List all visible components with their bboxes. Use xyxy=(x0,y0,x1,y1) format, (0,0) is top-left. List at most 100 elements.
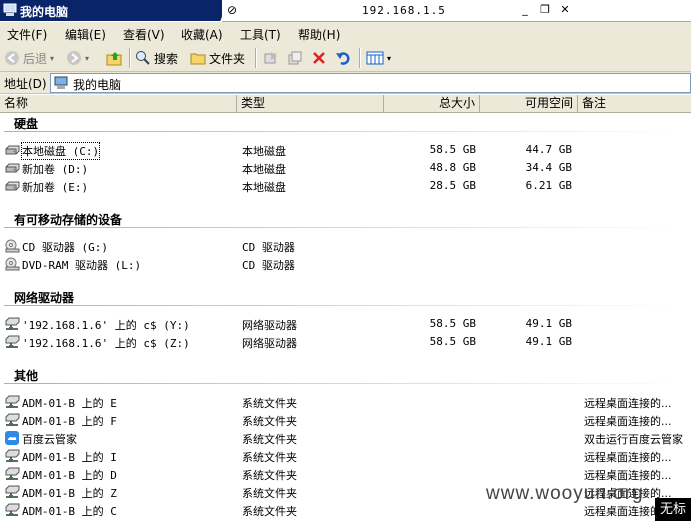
item-type: 系统文件夹 xyxy=(242,469,297,482)
menu-help[interactable]: 帮助(H) xyxy=(298,26,340,43)
baidu-cloud-icon xyxy=(5,431,19,445)
restore-button[interactable]: ❐ xyxy=(537,2,553,18)
list-item[interactable]: ADM-01-B 上的 E 系统文件夹 远程桌面连接的... xyxy=(0,393,691,411)
move-to-button[interactable] xyxy=(263,49,279,67)
item-note: 远程桌面连接的... xyxy=(584,415,672,428)
forward-button[interactable]: ▾ xyxy=(66,49,89,67)
item-type: 本地磁盘 xyxy=(242,163,286,176)
minimize-button[interactable]: _ xyxy=(517,2,533,18)
back-dropdown-icon[interactable]: ▾ xyxy=(50,54,54,63)
back-arrow-icon xyxy=(5,51,19,65)
network-drive-icon xyxy=(5,485,20,498)
menu-view[interactable]: 查看(V) xyxy=(123,26,165,43)
item-type: 网络驱动器 xyxy=(242,319,297,332)
list-item[interactable]: ADM-01-B 上的 F 系统文件夹 远程桌面连接的... xyxy=(0,411,691,429)
cd-drive-icon xyxy=(5,257,20,271)
close-button[interactable]: ✕ xyxy=(557,2,573,18)
item-name: ADM-01-B 上的 Z xyxy=(22,487,117,500)
column-type[interactable]: 类型 xyxy=(237,95,384,112)
menu-tools[interactable]: 工具(T) xyxy=(240,26,281,43)
network-drive-icon xyxy=(5,413,20,426)
list-item[interactable]: 百度云管家 系统文件夹 双击运行百度云管家 xyxy=(0,429,691,447)
search-button[interactable]: 搜索 xyxy=(135,49,178,67)
forward-arrow-icon xyxy=(67,51,81,65)
item-type: 系统文件夹 xyxy=(242,451,297,464)
remote-connection-bar: ⊘ 192.168.1.5 _ ❐ ✕ xyxy=(222,0,691,22)
item-total-size: 58.5 GB xyxy=(429,335,476,348)
undo-button[interactable] xyxy=(335,49,351,67)
item-free-space: 34.4 GB xyxy=(525,161,572,174)
item-note: 远程桌面连接的... xyxy=(584,397,672,410)
item-type: 系统文件夹 xyxy=(242,415,297,428)
views-dropdown-icon[interactable]: ▾ xyxy=(387,54,391,63)
item-name: CD 驱动器 (G:) xyxy=(22,241,108,254)
item-total-size: 58.5 GB xyxy=(429,143,476,156)
item-name: ADM-01-B 上的 C xyxy=(22,505,117,518)
network-drive-icon xyxy=(5,317,20,330)
list-item[interactable]: CD 驱动器 (G:) CD 驱动器 xyxy=(0,237,691,255)
item-total-size: 48.8 GB xyxy=(429,161,476,174)
menu-favorites[interactable]: 收藏(A) xyxy=(181,26,223,43)
item-name: 新加卷 (E:) xyxy=(22,181,89,194)
delete-button[interactable] xyxy=(311,49,327,67)
network-drive-icon xyxy=(5,449,20,462)
remote-address: 192.168.1.5 xyxy=(362,4,446,17)
list-item[interactable]: ADM-01-B 上的 I 系统文件夹 远程桌面连接的... xyxy=(0,447,691,465)
list-item[interactable]: 新加卷 (E:) 本地磁盘 28.5 GB 6.21 GB xyxy=(0,177,691,195)
address-label: 地址(D) xyxy=(4,77,47,91)
list-item[interactable]: '192.168.1.6' 上的 c$ (Z:) 网络驱动器 58.5 GB 4… xyxy=(0,333,691,351)
list-item[interactable]: DVD-RAM 驱动器 (L:) CD 驱动器 xyxy=(0,255,691,273)
copy-to-button[interactable] xyxy=(287,49,303,67)
item-total-size: 58.5 GB xyxy=(429,317,476,330)
menu-edit[interactable]: 编辑(E) xyxy=(65,26,106,43)
item-type: 本地磁盘 xyxy=(242,181,286,194)
list-item[interactable]: ADM-01-B 上的 D 系统文件夹 远程桌面连接的... xyxy=(0,465,691,483)
column-free-space[interactable]: 可用空间 xyxy=(480,95,578,112)
item-type: 网络驱动器 xyxy=(242,337,297,350)
group-removable-storage: 有可移动存储的设备 xyxy=(14,213,123,227)
network-drive-icon xyxy=(5,467,20,480)
menu-bar: 文件(F) 编辑(E) 查看(V) 收藏(A) 工具(T) 帮助(H) xyxy=(0,22,691,45)
my-computer-icon xyxy=(3,3,17,16)
copy-to-icon xyxy=(288,51,302,65)
item-type: CD 驱动器 xyxy=(242,241,295,254)
folder-icon xyxy=(190,53,206,65)
column-total-size[interactable]: 总大小 xyxy=(384,95,480,112)
item-name: ADM-01-B 上的 D xyxy=(22,469,117,482)
column-name[interactable]: 名称 xyxy=(0,95,237,112)
undo-icon xyxy=(336,52,350,65)
explorer-title: 我的电脑 xyxy=(0,0,220,21)
hard-drive-icon xyxy=(5,145,20,155)
group-network-drives: 网络驱动器 xyxy=(14,291,75,305)
corner-window-label[interactable]: 无标 xyxy=(655,498,691,521)
list-item[interactable]: '192.168.1.6' 上的 c$ (Y:) 网络驱动器 58.5 GB 4… xyxy=(0,315,691,333)
group-other: 其他 xyxy=(14,369,39,383)
folders-button[interactable]: 文件夹 xyxy=(190,49,245,67)
up-folder-button[interactable] xyxy=(106,49,124,67)
item-note: 远程桌面连接的... xyxy=(584,451,672,464)
column-note[interactable]: 备注 xyxy=(578,95,691,112)
item-note: 双击运行百度云管家 xyxy=(584,433,683,446)
watermark: www.wooyun.org xyxy=(486,483,644,504)
views-icon xyxy=(366,51,384,65)
title-bar: 我的电脑 ⊘ 192.168.1.5 _ ❐ ✕ xyxy=(0,0,691,22)
pin-icon[interactable]: ⊘ xyxy=(227,3,237,17)
item-type: 系统文件夹 xyxy=(242,487,297,500)
menu-file[interactable]: 文件(F) xyxy=(7,26,47,43)
item-name: ADM-01-B 上的 E xyxy=(22,397,117,410)
address-value: 我的电脑 xyxy=(73,78,122,92)
item-free-space: 49.1 GB xyxy=(525,317,572,330)
group-hard-disks: 硬盘 xyxy=(14,117,39,131)
list-item[interactable]: 新加卷 (D:) 本地磁盘 48.8 GB 34.4 GB xyxy=(0,159,691,177)
address-input[interactable]: 我的电脑 xyxy=(50,73,691,93)
back-button[interactable]: 后退 ▾ xyxy=(4,49,54,67)
item-name: '192.168.1.6' 上的 c$ (Z:) xyxy=(22,337,190,350)
my-computer-icon xyxy=(54,76,68,89)
item-type: 本地磁盘 xyxy=(242,145,286,158)
list-item[interactable]: 本地磁盘 (C:) 本地磁盘 58.5 GB 44.7 GB xyxy=(0,141,691,160)
views-button[interactable]: ▾ xyxy=(366,49,391,67)
network-drive-icon xyxy=(5,503,20,516)
forward-dropdown-icon[interactable]: ▾ xyxy=(85,54,89,63)
hard-drive-icon xyxy=(5,181,20,191)
item-free-space: 44.7 GB xyxy=(525,143,572,156)
